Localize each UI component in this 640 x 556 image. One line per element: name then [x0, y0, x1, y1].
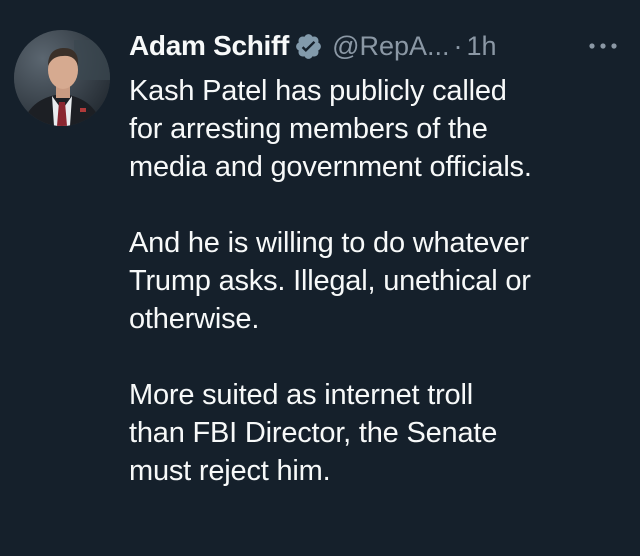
separator-dot: · [453, 30, 463, 61]
text-line: otherwise. [129, 303, 260, 335]
tweet-text: Kash Patel has publicly called for arres… [129, 72, 629, 490]
tweet-header: Adam Schiff @RepA... · 1h [129, 26, 497, 66]
text-line: Trump asks. Illegal, unethical or [129, 265, 531, 297]
text-line: than FBI Director, the Senate [129, 417, 498, 449]
paragraph: More suited as internet troll than FBI D… [129, 376, 629, 490]
text-line: must reject him. [129, 455, 331, 487]
tweet-card[interactable]: Adam Schiff @RepA... · 1h Kash Patel has… [0, 0, 640, 556]
more-options-icon[interactable] [586, 34, 620, 58]
display-name[interactable]: Adam Schiff [129, 30, 289, 62]
text-line: media and government officials. [129, 151, 532, 183]
paragraph: Kash Patel has publicly called for arres… [129, 72, 629, 186]
text-line: More suited as internet troll [129, 379, 473, 411]
avatar[interactable] [14, 30, 110, 126]
user-handle[interactable]: @RepA... [332, 31, 449, 62]
timestamp[interactable]: 1h [467, 31, 497, 62]
verified-badge-icon [294, 32, 323, 61]
profile-photo [14, 30, 110, 126]
paragraph: And he is willing to do whatever Trump a… [129, 224, 629, 338]
text-line: for arresting members of the [129, 113, 488, 145]
text-line: And he is willing to do whatever [129, 227, 529, 259]
text-line: Kash Patel has publicly called [129, 75, 507, 107]
